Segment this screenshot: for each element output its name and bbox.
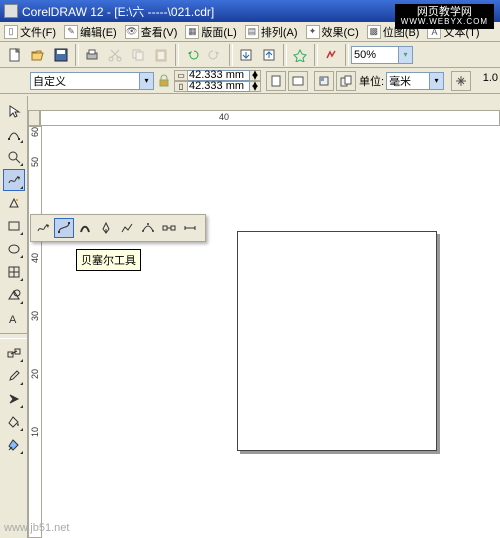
dimension-tool-flyout[interactable] — [180, 218, 200, 238]
edit-icon: ✎ — [64, 25, 78, 39]
paper-size-combo[interactable]: 自定义 — [30, 72, 140, 90]
redo-button[interactable] — [204, 44, 226, 66]
ruler-label: 40 — [219, 112, 229, 122]
width-icon: ▭ — [174, 70, 188, 81]
landscape-button[interactable] — [288, 71, 308, 91]
freehand-tool-flyout[interactable] — [33, 218, 53, 238]
export-button[interactable] — [258, 44, 280, 66]
watermark-bottom: www.jb51.net — [4, 522, 69, 534]
app-launcher-button[interactable] — [289, 44, 311, 66]
freehand-tool[interactable] — [3, 169, 25, 191]
separator — [229, 44, 233, 66]
width-field[interactable]: 42.333 mm — [188, 70, 250, 81]
horizontal-ruler[interactable]: 40 — [40, 110, 500, 126]
arrange-icon: ▤ — [245, 25, 259, 39]
standard-toolbar: 50% ▾ — [0, 42, 500, 68]
separator — [283, 44, 287, 66]
interactive-blend-tool[interactable] — [3, 342, 25, 364]
nudge-button[interactable] — [451, 71, 471, 91]
interactive-connector-tool-flyout[interactable] — [159, 218, 179, 238]
nudge-value: 1.0 — [483, 72, 498, 84]
view-icon: 👁 — [125, 25, 139, 39]
separator — [175, 44, 179, 66]
page-dimensions: ▭ 42.333 mm ▴▾ ▯ 42.333 mm ▴▾ — [174, 70, 261, 92]
lock-icon[interactable] — [156, 72, 172, 90]
canvas[interactable] — [42, 126, 500, 538]
zoom-field[interactable]: 50% — [351, 46, 399, 64]
ellipse-tool[interactable] — [3, 238, 25, 260]
layout-icon: ▦ — [185, 25, 199, 39]
cut-button[interactable] — [104, 44, 126, 66]
open-button[interactable] — [27, 44, 49, 66]
rectangle-tool[interactable] — [3, 215, 25, 237]
curve-flyout — [30, 214, 206, 242]
print-button[interactable] — [81, 44, 103, 66]
shape-tool[interactable] — [3, 123, 25, 145]
interactive-fill-tool[interactable] — [3, 434, 25, 456]
artistic-media-tool-flyout[interactable] — [75, 218, 95, 238]
page-boundary — [237, 231, 437, 451]
paper-size-dropdown[interactable]: ▾ — [140, 72, 154, 90]
import-button[interactable] — [235, 44, 257, 66]
copy-button[interactable] — [127, 44, 149, 66]
height-spinner[interactable]: ▴▾ — [250, 81, 261, 92]
toolbox: A — [0, 96, 28, 538]
app-icon — [4, 4, 18, 18]
units-button-2[interactable] — [336, 71, 356, 91]
ruler-origin[interactable] — [28, 110, 40, 126]
new-button[interactable] — [4, 44, 26, 66]
separator — [314, 44, 318, 66]
outline-tool[interactable] — [3, 388, 25, 410]
units-combo[interactable]: 毫米 — [386, 72, 430, 90]
portrait-button[interactable] — [266, 71, 286, 91]
pick-tool[interactable] — [3, 100, 25, 122]
workspace: A 40 60 50 40 30 20 10 贝塞尔工具 — [0, 96, 500, 538]
polyline-tool-flyout[interactable] — [117, 218, 137, 238]
eyedropper-tool[interactable] — [3, 365, 25, 387]
tooltip: 贝塞尔工具 — [76, 249, 141, 271]
menu-arrange[interactable]: ▤排列(A) — [245, 24, 298, 40]
file-icon: ▯ — [4, 25, 18, 39]
pen-tool-flyout[interactable] — [96, 218, 116, 238]
menu-edit[interactable]: ✎编辑(E) — [64, 24, 117, 40]
undo-button[interactable] — [181, 44, 203, 66]
menu-effects[interactable]: ✦效果(C) — [306, 24, 359, 40]
units-dropdown[interactable]: ▾ — [430, 72, 444, 90]
separator — [345, 44, 349, 66]
separator — [75, 44, 79, 66]
3point-curve-tool-flyout[interactable] — [138, 218, 158, 238]
units-button-1[interactable] — [314, 71, 334, 91]
height-icon: ▯ — [174, 81, 188, 92]
save-button[interactable] — [50, 44, 72, 66]
smart-drawing-tool[interactable] — [3, 192, 25, 214]
basic-shapes-tool[interactable] — [3, 284, 25, 306]
zoom-tool[interactable] — [3, 146, 25, 168]
menu-view[interactable]: 👁查看(V) — [125, 24, 178, 40]
zoom-dropdown[interactable]: ▾ — [399, 46, 413, 64]
text-tool[interactable]: A — [3, 307, 25, 329]
svg-text:A: A — [9, 314, 17, 325]
property-bar: 自定义 ▾ ▭ 42.333 mm ▴▾ ▯ 42.333 mm ▴▾ 单位: … — [0, 68, 500, 94]
effects-icon: ✦ — [306, 25, 320, 39]
bitmap-icon: ▩ — [367, 25, 381, 39]
window-title: CorelDRAW 12 - [E:\六 -----\021.cdr] — [22, 3, 214, 20]
fill-tool[interactable] — [3, 411, 25, 433]
bezier-tool-flyout[interactable] — [54, 218, 74, 238]
menu-layout[interactable]: ▦版面(L) — [185, 24, 236, 40]
graph-paper-tool[interactable] — [3, 261, 25, 283]
paste-button[interactable] — [150, 44, 172, 66]
units-label: 单位: — [359, 73, 384, 89]
corel-online-button[interactable] — [320, 44, 342, 66]
vertical-ruler[interactable]: 60 50 40 30 20 10 — [28, 126, 42, 538]
menu-file[interactable]: ▯文件(F) — [4, 24, 56, 40]
height-field[interactable]: 42.333 mm — [188, 81, 250, 92]
watermark-top: 网页教学网 WWW.WEBYX.COM — [395, 4, 494, 29]
